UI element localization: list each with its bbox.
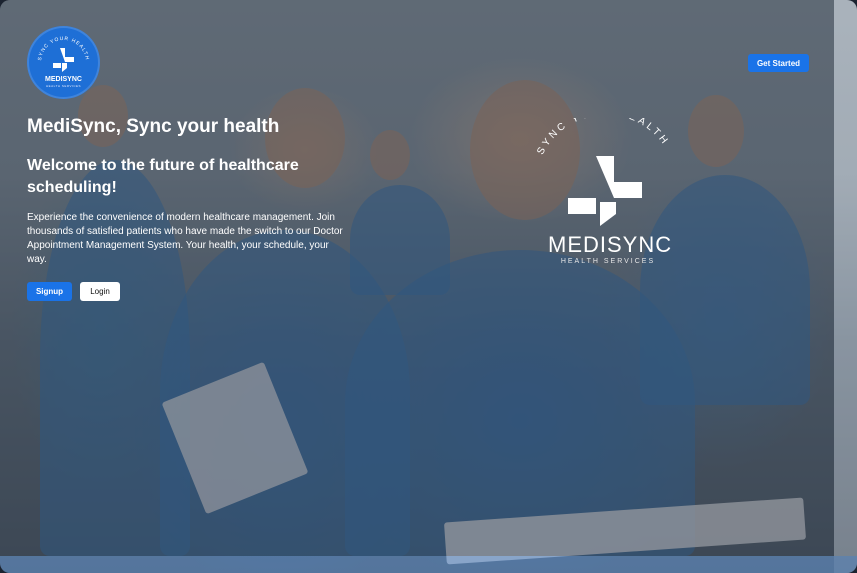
badge-name: MEDISYNC: [45, 76, 82, 83]
hero-title: MediSync, Sync your health: [27, 116, 280, 137]
medisync-logo-icon: SYNC YOUR HEALTH MEDISYNC HEALTH SERVICE…: [37, 36, 89, 88]
watermark-tagline: HEALTH SERVICES: [560, 258, 656, 265]
medisync-logo-badge[interactable]: SYNC YOUR HEALTH MEDISYNC HEALTH SERVICE…: [27, 26, 100, 99]
badge-tagline: HEALTH SERVICES: [46, 84, 81, 88]
hero-background-photo: [0, 0, 857, 573]
svg-text:SYNC YOUR HEALTH: SYNC YOUR HEALTH: [535, 118, 671, 157]
hero-subtitle: Welcome to the future of healthcare sche…: [27, 157, 299, 196]
get-started-button[interactable]: Get Started: [748, 54, 809, 72]
signup-button[interactable]: Signup: [27, 282, 72, 301]
watermark-name: MEDISYNC: [548, 232, 673, 257]
hero-description: Experience the convenience of modern hea…: [27, 212, 343, 265]
watermark-ring-text: SYNC YOUR HEALTH: [535, 107, 668, 157]
login-button[interactable]: Login: [80, 282, 120, 301]
